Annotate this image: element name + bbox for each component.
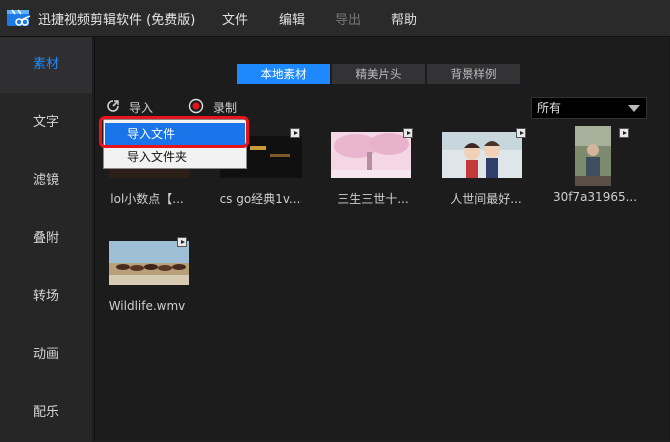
sidebar-item-animation[interactable]: 动画 — [0, 327, 92, 383]
app-logo-icon — [7, 9, 31, 26]
media-item-label: lol小数点【... — [110, 192, 184, 206]
video-badge-icon — [619, 128, 629, 138]
media-thumbnail — [575, 126, 611, 186]
tab-local-material[interactable]: 本地素材 — [237, 64, 330, 84]
chevron-down-icon — [628, 105, 640, 112]
menu-file[interactable]: 文件 — [222, 9, 248, 28]
record-button[interactable]: 录制 — [213, 99, 237, 116]
media-item-label: 三生三世十... — [337, 192, 409, 206]
portrait-thumbnail-icon — [575, 126, 611, 186]
sidebar-item-material[interactable]: 素材 — [0, 37, 92, 93]
video-badge-icon — [290, 128, 300, 138]
tab-intros[interactable]: 精美片头 — [332, 64, 425, 84]
sidebar-item-filter[interactable]: 滤镜 — [0, 153, 92, 209]
media-thumbnail — [331, 132, 411, 178]
menu-edit[interactable]: 编辑 — [279, 9, 305, 28]
tab-backgrounds[interactable]: 背景样例 — [427, 64, 520, 84]
video-badge-icon — [516, 128, 526, 138]
sidebar-item-overlay[interactable]: 叠附 — [0, 211, 92, 267]
sidebar: 素材 文字 滤镜 叠附 转场 动画 配乐 — [0, 37, 92, 442]
sidebar-item-music[interactable]: 配乐 — [0, 385, 92, 441]
import-button[interactable]: 导入 — [129, 99, 153, 116]
record-icon[interactable] — [188, 98, 204, 114]
anime-thumbnail-icon — [442, 132, 522, 178]
video-badge-icon — [403, 128, 413, 138]
sidebar-item-text[interactable]: 文字 — [0, 95, 92, 151]
media-item-label: Wildlife.wmv — [108, 299, 186, 313]
media-item[interactable]: 三生三世十... — [323, 126, 423, 212]
menu-help[interactable]: 帮助 — [391, 9, 417, 28]
app-title: 迅捷视频剪辑软件 (免费版) — [38, 13, 196, 28]
wildlife-thumbnail-icon — [109, 241, 189, 285]
media-item[interactable]: 30f7a31965... — [545, 126, 645, 212]
media-item-label: 人世间最好... — [450, 192, 522, 206]
menu-export[interactable]: 导出 — [335, 9, 361, 28]
filter-select-value: 所有 — [537, 101, 562, 115]
highlight-annotation — [99, 116, 249, 148]
filter-select[interactable]: 所有 — [531, 97, 647, 119]
media-thumbnail — [442, 132, 522, 178]
blossom-thumbnail-icon — [331, 132, 411, 178]
menu-item-import-folder[interactable]: 导入文件夹 — [105, 146, 245, 168]
media-item[interactable]: 人世间最好... — [436, 126, 536, 212]
video-badge-icon — [177, 237, 187, 247]
media-panel: 本地素材 精美片头 背景样例 导入 录制 所有 lol小数点【... cs go… — [94, 38, 670, 440]
import-icon[interactable] — [105, 98, 121, 114]
media-item-label: cs go经典1v... — [219, 192, 301, 206]
sidebar-item-transition[interactable]: 转场 — [0, 269, 92, 325]
title-bar: 迅捷视频剪辑软件 (免费版) 文件 编辑 导出 帮助 — [0, 0, 670, 37]
media-item[interactable]: Wildlife.wmv — [97, 235, 197, 321]
media-item-label: 30f7a31965... — [552, 190, 638, 204]
media-thumbnail — [109, 241, 189, 285]
